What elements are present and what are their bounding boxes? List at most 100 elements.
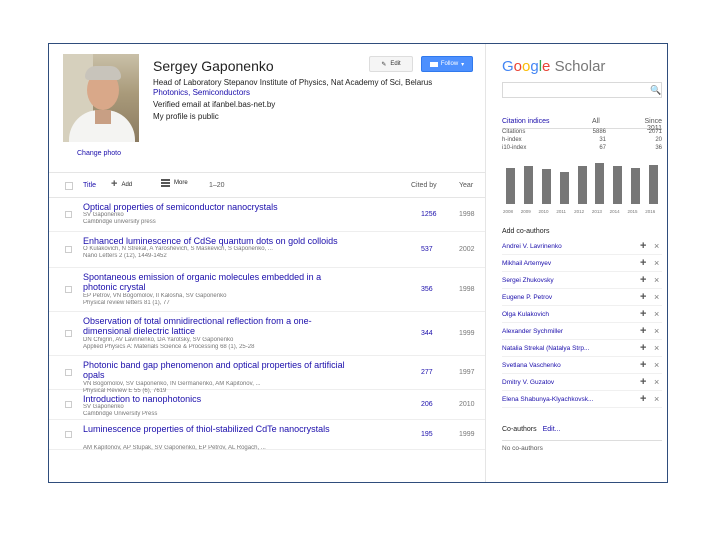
dismiss-coauthor-icon[interactable]: ×	[654, 343, 659, 353]
row-checkbox[interactable]	[65, 286, 72, 293]
table-row: Observation of total omnidirectional ref…	[49, 312, 485, 356]
coauthor-name[interactable]: Andrei V. Lavrinenko	[502, 243, 620, 250]
add-coauthor-icon[interactable]: +	[640, 376, 646, 388]
add-coauthors-heading: Add co-authors	[502, 228, 550, 235]
row-checkbox[interactable]	[65, 211, 72, 218]
search-input[interactable]: 🔍	[502, 82, 662, 98]
title-sort-header[interactable]: Title	[83, 182, 96, 189]
add-coauthor-icon[interactable]: +	[640, 359, 646, 371]
add-coauthor-icon[interactable]: +	[640, 240, 646, 252]
dismiss-coauthor-icon[interactable]: ×	[654, 275, 659, 285]
table-row: Enhanced luminescence of CdSe quantum do…	[49, 232, 485, 268]
edit-label: Edit	[390, 61, 401, 67]
coauthor-item: Eugene P. Petrov + ×	[502, 289, 662, 306]
coauthor-name[interactable]: Eugene P. Petrov	[502, 294, 620, 301]
change-photo-link[interactable]: Change photo	[77, 150, 121, 157]
chart-bar[interactable]	[541, 169, 551, 204]
chart-bar[interactable]	[577, 165, 587, 204]
chart-bar[interactable]	[630, 168, 640, 204]
interests-link[interactable]: Photonics, Semiconductors	[153, 88, 250, 97]
publication-title[interactable]: Observation of total omnidirectional ref…	[83, 316, 353, 336]
publication-title[interactable]: Spontaneous emission of organic molecule…	[83, 272, 353, 292]
coauthor-name[interactable]: Sergei Zhukovsky	[502, 277, 620, 284]
publication-year: 1998	[459, 286, 475, 293]
cited-by-count[interactable]: 195	[421, 431, 433, 438]
row-checkbox[interactable]	[65, 330, 72, 337]
coauthor-name[interactable]: Natalia Strekal (Natalya Strp...	[502, 345, 620, 352]
coauthors-edit-link[interactable]: Edit...	[543, 426, 561, 433]
row-checkbox[interactable]	[65, 401, 72, 408]
add-coauthor-icon[interactable]: +	[640, 291, 646, 303]
cited-by-sort-header[interactable]: Cited by	[411, 182, 437, 189]
coauthor-item: Svetlana Vaschenko + ×	[502, 357, 662, 374]
index-row: h-index 31 20	[502, 137, 662, 145]
dismiss-coauthor-icon[interactable]: ×	[654, 309, 659, 319]
edit-button[interactable]: ✎ Edit	[369, 56, 413, 72]
dismiss-coauthor-icon[interactable]: ×	[654, 377, 659, 387]
dismiss-coauthor-icon[interactable]: ×	[654, 394, 659, 404]
chart-year-label: 2008	[503, 209, 514, 214]
chart-bar[interactable]	[648, 164, 658, 204]
chart-year-label: 2011	[556, 209, 567, 214]
coauthor-name[interactable]: Mikhail Artemyev	[502, 260, 620, 267]
dismiss-coauthor-icon[interactable]: ×	[654, 258, 659, 268]
chevron-down-icon: ▾	[461, 61, 465, 68]
chart-bar[interactable]	[595, 162, 605, 204]
year-sort-header[interactable]: Year	[459, 182, 473, 189]
publication-venue: Cambridge university press	[83, 219, 156, 225]
dismiss-coauthor-icon[interactable]: ×	[654, 326, 659, 336]
dismiss-coauthor-icon[interactable]: ×	[654, 292, 659, 302]
add-coauthor-icon[interactable]: +	[640, 308, 646, 320]
more-button[interactable]: More	[161, 179, 188, 187]
cited-by-count[interactable]: 356	[421, 286, 433, 293]
coauthor-name[interactable]: Svetlana Vaschenko	[502, 362, 620, 369]
publication-title[interactable]: Introduction to nanophotonics	[83, 394, 353, 404]
verified-email: Verified email at ifanbel.bas-net.by	[153, 100, 276, 109]
cited-by-count[interactable]: 537	[421, 246, 433, 253]
publication-title[interactable]: Photonic band gap phenomenon and optical…	[83, 360, 353, 380]
cited-by-count[interactable]: 1256	[421, 211, 437, 218]
profile-photo[interactable]	[63, 54, 139, 142]
row-checkbox[interactable]	[65, 246, 72, 253]
select-all-checkbox[interactable]	[65, 182, 73, 190]
scholar-profile-window: Change photo Sergey Gaponenko Head of La…	[48, 43, 668, 483]
publication-title[interactable]: Enhanced luminescence of CdSe quantum do…	[83, 236, 353, 246]
publication-venue: Nano Letters 2 (12), 1449-1452	[83, 253, 167, 259]
cited-by-count[interactable]: 344	[421, 330, 433, 337]
add-coauthor-icon[interactable]: +	[640, 393, 646, 405]
coauthor-item: Elena Shabunya-Klyachkovsk... + ×	[502, 391, 662, 408]
chart-year-label: 2014	[609, 209, 620, 214]
coauthor-item: Alexander Sychmiller + ×	[502, 323, 662, 340]
add-coauthor-icon[interactable]: +	[640, 257, 646, 269]
coauthor-name[interactable]: Olga Kulakovich	[502, 311, 620, 318]
row-checkbox[interactable]	[65, 369, 72, 376]
cited-by-count[interactable]: 206	[421, 401, 433, 408]
publication-title[interactable]: Luminescence properties of thiol-stabili…	[83, 424, 353, 434]
coauthor-name[interactable]: Elena Shabunya-Klyachkovsk...	[502, 396, 620, 403]
add-coauthor-icon[interactable]: +	[640, 274, 646, 286]
add-coauthor-icon[interactable]: +	[640, 342, 646, 354]
coauthor-name[interactable]: Alexander Sychmiller	[502, 328, 620, 335]
row-checkbox[interactable]	[65, 431, 72, 438]
cited-by-count[interactable]: 277	[421, 369, 433, 376]
publication-title[interactable]: Optical properties of semiconductor nano…	[83, 202, 353, 212]
chart-bar[interactable]	[613, 165, 623, 204]
publication-authors: VN Bogomolov, SV Gaponenko, IN Germanenk…	[83, 381, 261, 387]
coauthor-name[interactable]: Dmitry V. Guzatov	[502, 379, 620, 386]
table-row: Photonic band gap phenomenon and optical…	[49, 356, 485, 394]
chart-bar[interactable]	[559, 171, 569, 204]
chart-bar[interactable]	[506, 168, 516, 204]
add-coauthor-icon[interactable]: +	[640, 325, 646, 337]
search-icon[interactable]: 🔍	[649, 83, 663, 97]
dismiss-coauthor-icon[interactable]: ×	[654, 241, 659, 251]
dismiss-coauthor-icon[interactable]: ×	[654, 360, 659, 370]
index-all: 31	[599, 137, 606, 143]
add-button[interactable]: + Add	[111, 179, 132, 190]
google-scholar-logo[interactable]: Google Scholar	[502, 58, 605, 75]
chart-bar[interactable]	[524, 165, 534, 204]
publication-venue: Cambridge University Press	[83, 411, 158, 417]
follow-button[interactable]: Follow ▾	[421, 56, 473, 72]
table-row: Introduction to nanophotonics SV Gaponenk…	[49, 390, 485, 420]
citation-indices-title: Citation indices	[502, 118, 550, 125]
coauthors-footer: Co-authors Edit...	[502, 426, 561, 433]
